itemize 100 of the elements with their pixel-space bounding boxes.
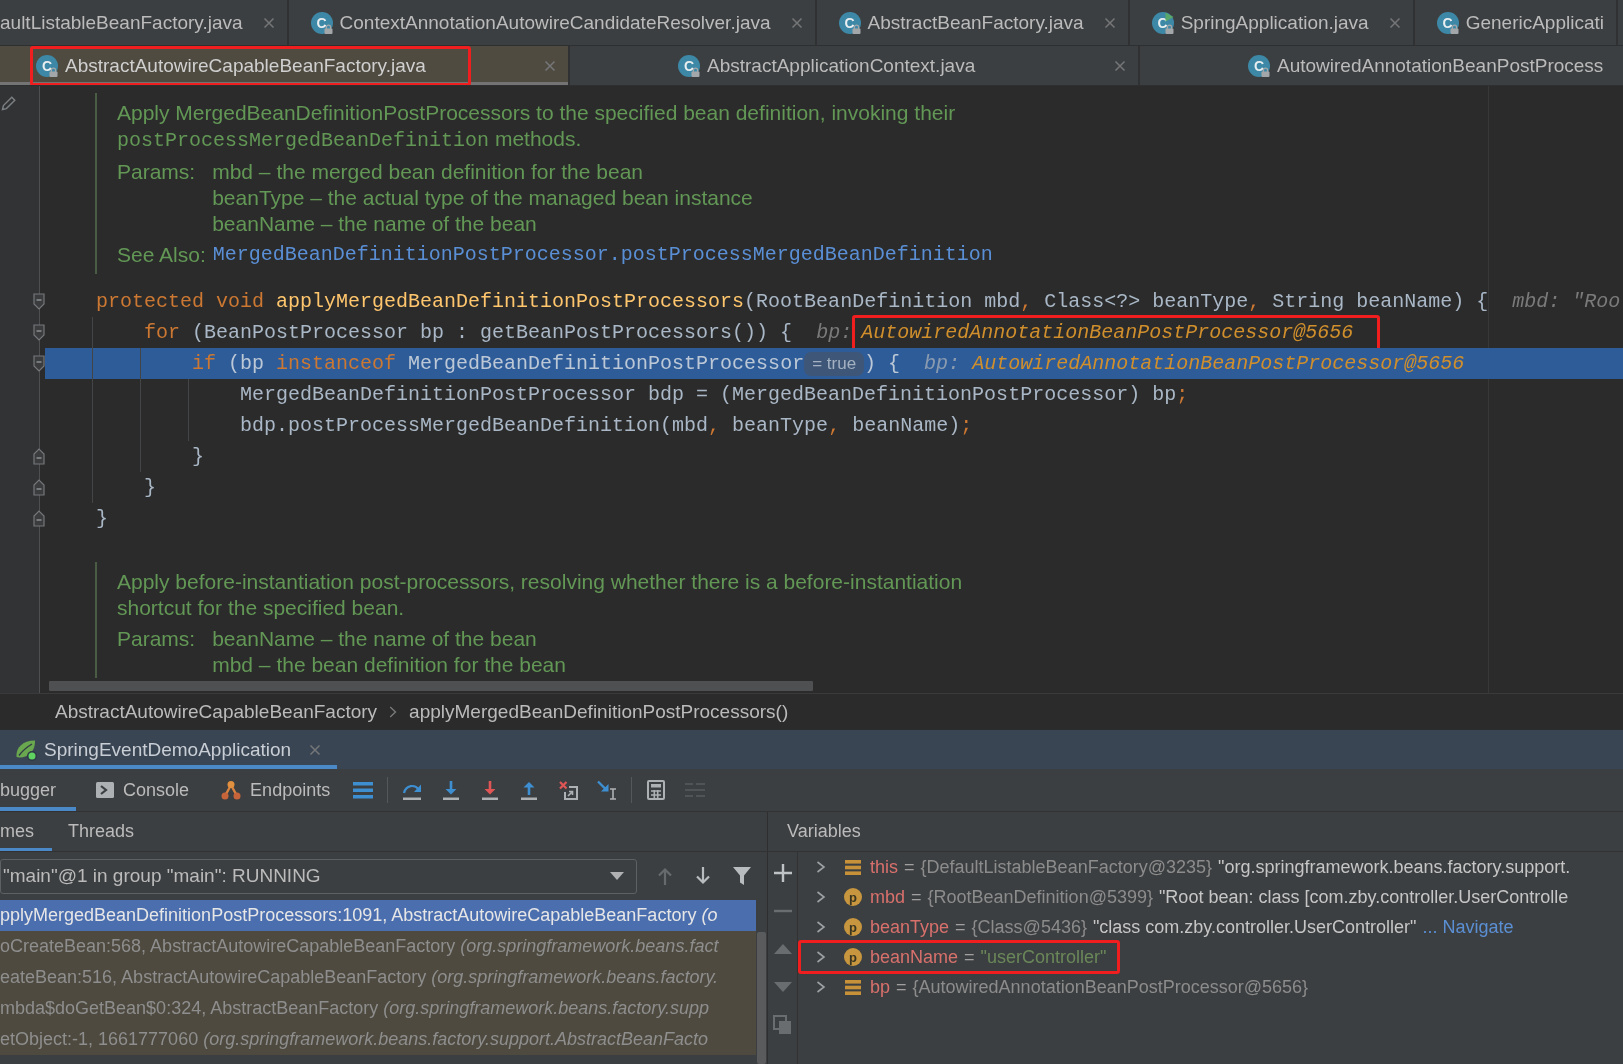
stack-frame[interactable]: pplyMergedBeanDefinitionPostProcessors:1091, AbstractAutowireCapableBeanFactory (o <box>0 900 756 931</box>
chevron-icon <box>389 705 398 718</box>
assign-operator: = <box>955 916 966 938</box>
calculator-icon[interactable] <box>647 780 666 800</box>
doc-param: beanName – the name of the bean <box>212 211 538 237</box>
variable-name: this <box>870 856 898 878</box>
variable-name: mbd <box>870 886 905 908</box>
thread-dropdown[interactable]: "main"@1 in group "main": RUNNING <box>0 858 637 894</box>
class-icon: C <box>36 54 58 77</box>
doc-label: See Also: <box>117 242 206 268</box>
scrollbar-thumb[interactable] <box>757 932 766 1064</box>
object-reference: {RootBeanDefinition@5399} <box>927 886 1153 908</box>
expand-chevron-icon[interactable] <box>816 891 826 903</box>
down-arrow-icon[interactable] <box>441 780 462 800</box>
variable-name: beanName <box>870 946 959 968</box>
nodes-icon <box>221 780 242 800</box>
stacked-bars-icon <box>845 859 861 875</box>
assign-operator: = <box>904 856 915 878</box>
panel-tab[interactable]: Threads <box>52 812 151 851</box>
fold-marker-icon[interactable] <box>33 479 45 496</box>
tool-tab[interactable]: Console <box>76 769 202 811</box>
inline-hint-label: bp: <box>816 321 853 344</box>
doc-text: Apply before-instantiation post-processors, resolving whether there is a before-instantiation shortcut for the specified bean. <box>117 569 964 621</box>
down-arrow-icon[interactable] <box>695 867 711 885</box>
code-text: MergedBeanDefinitionPostProcessor bdp = (MergedBeanDefinitionPostProcessor) bp; <box>240 383 1189 406</box>
arrow-cursor-icon[interactable] <box>597 780 618 800</box>
doc-param: beanName – the name of the bean <box>212 626 538 652</box>
menu-icon[interactable] <box>353 781 374 799</box>
fold-marker-icon[interactable] <box>33 355 45 372</box>
string-value: "userController" <box>980 946 1107 968</box>
class-icon: C <box>838 11 861 34</box>
code-text: bdp.postProcessMergedBeanDefinition(mbd, beanType, beanName); <box>240 414 973 437</box>
variable-name: bp <box>870 976 891 998</box>
close-icon[interactable] <box>1388 16 1401 29</box>
plus-icon[interactable] <box>773 864 792 882</box>
inline-hint-label: bp: <box>924 352 961 375</box>
tool-tab[interactable]: Endpoints <box>201 769 343 811</box>
close-icon[interactable] <box>544 59 556 72</box>
doc-text: Apply MergedBeanDefinitionPostProcessors to the specified bean definition, invoking their postProcessMergedBeanDefinition methods. <box>117 100 957 154</box>
breadcrumb-item[interactable]: AbstractAutowireCapableBeanFactory <box>55 700 378 723</box>
code-text: } <box>96 507 108 530</box>
class-icon: C <box>1248 54 1270 77</box>
object-reference: {DefaultListableBeanFactory@3235} <box>920 856 1212 878</box>
close-icon[interactable] <box>309 743 322 756</box>
terminal-icon <box>96 782 115 798</box>
down-arrow-icon[interactable] <box>480 780 501 800</box>
inline-hint-label: mbd: <box>1512 290 1561 313</box>
expand-chevron-icon[interactable] <box>816 921 826 933</box>
up-arrow-icon[interactable] <box>519 780 540 800</box>
run-tab[interactable]: SpringEventDemoApplication <box>0 730 338 769</box>
fold-marker-icon[interactable] <box>33 324 45 341</box>
assign-operator: = <box>911 886 922 908</box>
scrollbar-thumb[interactable] <box>49 681 813 691</box>
variable-name: beanType <box>870 916 950 938</box>
parameter-icon: p <box>844 888 862 906</box>
doc-label: Params: <box>117 626 196 652</box>
doc-label: Params: <box>117 159 196 185</box>
tool-tab[interactable]: bugger <box>0 769 77 811</box>
code-text: protected void applyMergedBeanDefinitionPostProcessors(RootBeanDefinition mbd, Class<?> beanType, String beanName) { <box>96 290 1489 313</box>
inline-hint-value: AutowiredAnnotationBeanPostProcessor@5656 <box>861 321 1354 344</box>
caret-icon <box>610 872 624 880</box>
fold-marker-icon[interactable] <box>33 448 45 465</box>
editor-tab[interactable]: aultListableBeanFactory.java <box>0 0 289 45</box>
panel-tab[interactable]: mes <box>0 812 52 851</box>
class-icon: C <box>678 54 700 77</box>
close-icon[interactable] <box>790 16 803 29</box>
object-reference: {Class@5436} <box>971 916 1087 938</box>
parameter-icon: p <box>844 948 862 966</box>
value-text: "Root bean: class [com.zby.controller.UserControlle <box>1159 886 1569 908</box>
inline-hint-value: AutowiredAnnotationBeanPostProcessor@5656 <box>972 352 1465 375</box>
close-icon[interactable] <box>1103 16 1116 29</box>
class-icon: C <box>310 11 333 34</box>
expand-chevron-icon[interactable] <box>816 861 826 873</box>
expand-chevron-icon[interactable] <box>816 951 826 963</box>
pencil-icon[interactable] <box>1 95 16 111</box>
code-text: for (BeanPostProcessor bp : getBeanPostProcessors()) { <box>144 321 793 344</box>
value-text: "org.springframework.beans.factory.support. <box>1218 856 1571 878</box>
navigate-link[interactable]: ... Navigate <box>1422 916 1514 938</box>
editor-tab[interactable]: C AbstractAutowireCapableBeanFactory.java <box>0 46 570 85</box>
code-text: } <box>192 445 204 468</box>
close-icon[interactable] <box>262 16 275 29</box>
expand-chevron-icon[interactable] <box>816 981 826 993</box>
parameter-icon: p <box>844 918 862 936</box>
fold-marker-icon[interactable] <box>33 510 45 527</box>
doc-param: mbd – the merged bean definition for the bean <box>212 159 644 185</box>
assign-operator: = <box>896 976 907 998</box>
doc-link[interactable]: MergedBeanDefinitionPostProcessor.postProcessMergedBeanDefinition <box>212 242 993 268</box>
inline-hint-value: "Roo <box>1572 290 1621 313</box>
class-icon: C <box>1151 11 1174 34</box>
close-icon[interactable] <box>1114 59 1126 72</box>
doc-param: beanType – the actual type of the managed bean instance <box>212 185 753 211</box>
cross-frame-icon[interactable] <box>558 780 578 800</box>
doc-param: mbd – the bean definition for the bean <box>212 652 566 678</box>
assign-operator: = <box>964 946 975 968</box>
filter-icon[interactable] <box>733 867 751 885</box>
breadcrumb-item[interactable]: applyMergedBeanDefinitionPostProcessors() <box>409 700 789 723</box>
code-text: } <box>144 476 156 499</box>
fold-marker-icon[interactable] <box>33 293 45 310</box>
panel-title: Variables <box>787 821 861 842</box>
value-text: "class com.zby.controller.UserController" <box>1092 916 1417 938</box>
